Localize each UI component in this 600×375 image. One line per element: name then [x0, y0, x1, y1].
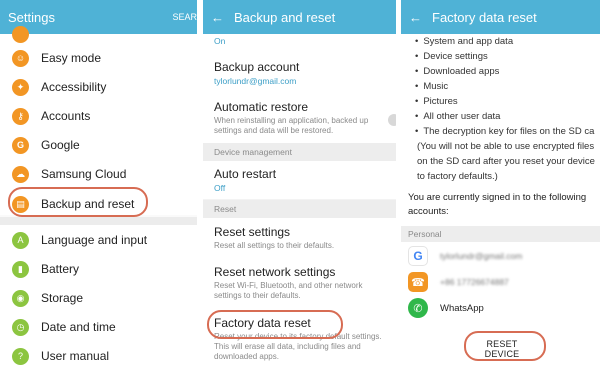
back-arrow-icon[interactable]: ←	[211, 10, 224, 25]
person-icon: ✦	[12, 78, 29, 96]
note-line: to factory defaults.)	[417, 171, 498, 182]
backup-reset-title: Backup and reset	[234, 9, 336, 25]
account-label: +86 17726674887	[440, 277, 509, 287]
item-title: Reset network settings	[214, 265, 336, 279]
signed-in-text: accounts:	[408, 206, 449, 217]
item-title: Backup account	[214, 60, 300, 74]
settings-item-accessibility[interactable]: ✦ Accessibility	[0, 73, 197, 101]
item-subtitle: tylorlundr@gmail.com	[214, 76, 297, 86]
account-whatsapp: ✆ WhatsApp	[408, 295, 600, 321]
settings-item-google[interactable]: G Google	[0, 131, 197, 159]
auto-restart-item[interactable]: Auto restart Off	[214, 167, 390, 193]
smile-icon: ☺	[12, 49, 29, 67]
settings-screen: Settings SEAR ☺ Easy mode ✦ Accessibilit…	[0, 0, 197, 375]
google-icon: G	[12, 136, 29, 154]
settings-item-backup-and-reset[interactable]: ▤ Backup and reset	[0, 190, 197, 218]
item-label: Backup and reset	[41, 197, 135, 211]
item-title: Factory data reset	[214, 316, 311, 330]
bullet-item: All other user data	[415, 111, 500, 122]
item-label: User manual	[41, 349, 110, 363]
signed-in-text: You are currently signed in to the follo…	[408, 192, 587, 203]
factory-reset-app-bar: ← Factory data reset	[401, 0, 600, 34]
settings-title: Settings	[8, 9, 55, 25]
item-subtitle: Reset Wi-Fi, Bluetooth, and other networ…	[214, 281, 363, 300]
reset-device-button[interactable]: RESET DEVICE	[474, 339, 530, 359]
settings-item-battery[interactable]: ▮ Battery	[0, 255, 197, 283]
reset-settings-item[interactable]: Reset settings Reset all settings to the…	[214, 225, 390, 251]
account-contact: ☎ +86 17726674887	[408, 269, 600, 295]
automatic-restore-toggle[interactable]	[388, 114, 396, 126]
item-subtitle: Off	[214, 183, 226, 193]
account-label: WhatsApp	[440, 302, 484, 314]
factory-reset-screen: ← Factory data reset Personal System and…	[401, 0, 600, 375]
item-title: Automatic restore	[214, 100, 309, 114]
item-subtitle: Reset all settings to their defaults.	[214, 241, 335, 250]
bullet-item: System and app data	[415, 36, 513, 47]
note-line: (You will not be able to use encrypted f…	[417, 141, 595, 152]
whatsapp-icon: ✆	[408, 298, 428, 318]
status-text: On	[214, 36, 226, 46]
item-label: Accounts	[41, 109, 91, 123]
item-subtitle: Reset your device to its factory default…	[214, 332, 382, 361]
backup-reset-app-bar: ← Backup and reset	[203, 0, 396, 34]
section-header-personal: Personal	[401, 226, 600, 242]
settings-item-samsung-cloud[interactable]: ☁ Samsung Cloud	[0, 160, 197, 188]
bullet-item: Music	[415, 81, 448, 92]
automatic-restore-item[interactable]: Automatic restore When reinstalling an a…	[214, 100, 382, 136]
clock-icon: ◷	[12, 318, 29, 336]
on-status-partial: On	[214, 34, 390, 46]
bullet-item: Downloaded apps	[415, 66, 499, 77]
contact-icon: ☎	[408, 272, 428, 292]
settings-item-date-and-time[interactable]: ◷ Date and time	[0, 313, 197, 341]
section-header-reset: Reset	[203, 200, 396, 218]
bullet-item: Pictures	[415, 96, 457, 107]
item-label: Easy mode	[41, 51, 102, 65]
note-line: on the SD card after you reset your devi…	[417, 156, 595, 167]
key-icon: ⚷	[12, 107, 29, 125]
item-label: Battery	[41, 262, 80, 276]
item-label: Accessibility	[41, 80, 107, 94]
settings-item-easy-mode[interactable]: ☺ Easy mode	[0, 44, 197, 72]
item-label: Language and input	[41, 233, 148, 247]
factory-data-reset-item[interactable]: Factory data reset Reset your device to …	[214, 316, 390, 362]
partial-icon	[12, 26, 29, 43]
settings-item-language-and-input[interactable]: A Language and input	[0, 226, 197, 254]
battery-icon: ▮	[12, 260, 29, 278]
item-label: Storage	[41, 291, 84, 305]
settings-item-user-manual[interactable]: ? User manual	[0, 342, 197, 370]
item-title: Reset settings	[214, 225, 291, 239]
backup-icon: ▤	[12, 195, 29, 213]
reset-network-settings-item[interactable]: Reset network settings Reset Wi-Fi, Blue…	[214, 265, 390, 301]
bullet-item: The decryption key for files on the SD c…	[415, 126, 594, 137]
storage-icon: ◉	[12, 289, 29, 307]
language-icon: A	[12, 231, 29, 249]
group-divider	[0, 217, 197, 225]
backup-account-item[interactable]: Backup account tylorlundr@gmail.com	[214, 60, 390, 86]
item-label: Samsung Cloud	[41, 167, 127, 181]
account-google: G tylorlundr@gmail.com	[408, 243, 600, 269]
backup-reset-screen: ← Backup and reset Device management Res…	[203, 0, 396, 375]
settings-item-accounts[interactable]: ⚷ Accounts	[0, 102, 197, 130]
item-label: Date and time	[41, 320, 116, 334]
item-title: Auto restart	[214, 167, 277, 181]
settings-item-storage[interactable]: ◉ Storage	[0, 284, 197, 312]
settings-app-bar: Settings SEAR	[0, 0, 197, 34]
cloud-icon: ☁	[12, 165, 29, 183]
factory-reset-title: Factory data reset	[432, 9, 537, 25]
item-label: Google	[41, 138, 80, 152]
google-icon: G	[408, 246, 428, 266]
search-button[interactable]: SEAR	[172, 12, 197, 22]
item-subtitle: When reinstalling an application, backed…	[214, 116, 369, 135]
section-header-device-management: Device management	[203, 143, 396, 161]
account-label: tylorlundr@gmail.com	[440, 251, 523, 261]
manual-icon: ?	[12, 347, 29, 365]
bullet-item: Device settings	[415, 51, 487, 62]
back-arrow-icon[interactable]: ←	[409, 10, 422, 25]
